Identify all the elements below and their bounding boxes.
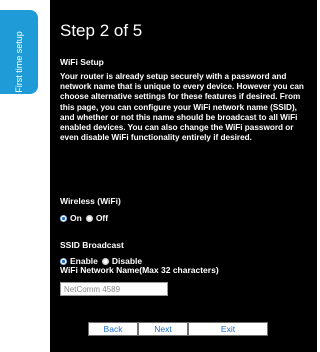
wireless-off-radio[interactable] [85,214,93,222]
wireless-heading: Wireless (WiFi) [60,196,121,206]
next-button[interactable]: Next [138,322,188,336]
ssid-enable-radio[interactable] [60,257,67,265]
wireless-on-radio[interactable] [60,214,67,222]
ssid-disable-radio[interactable] [101,257,109,265]
page-title: Step 2 of 5 [60,21,143,40]
setup-panel: Step 2 of 5 WiFi Setup Your router is al… [50,0,317,352]
network-name-heading: WiFi Network Name(Max 32 characters) [60,265,219,275]
wifi-setup-description: Your router is already setup securely wi… [60,72,304,143]
wireless-on-label[interactable]: On [70,213,82,223]
first-time-setup-tab[interactable]: First time setup [0,10,38,94]
wireless-radio-group: On Off [60,213,112,223]
network-name-input[interactable] [60,282,168,296]
wifi-setup-heading: WiFi Setup [60,57,104,67]
back-button[interactable]: Back [88,322,138,336]
exit-button[interactable]: Exit [188,322,268,336]
ssid-broadcast-heading: SSID Broadcast [60,240,124,250]
sidebar: First time setup [0,0,38,352]
wireless-off-label[interactable]: Off [96,213,108,223]
first-time-setup-tab-label: First time setup [14,31,24,93]
